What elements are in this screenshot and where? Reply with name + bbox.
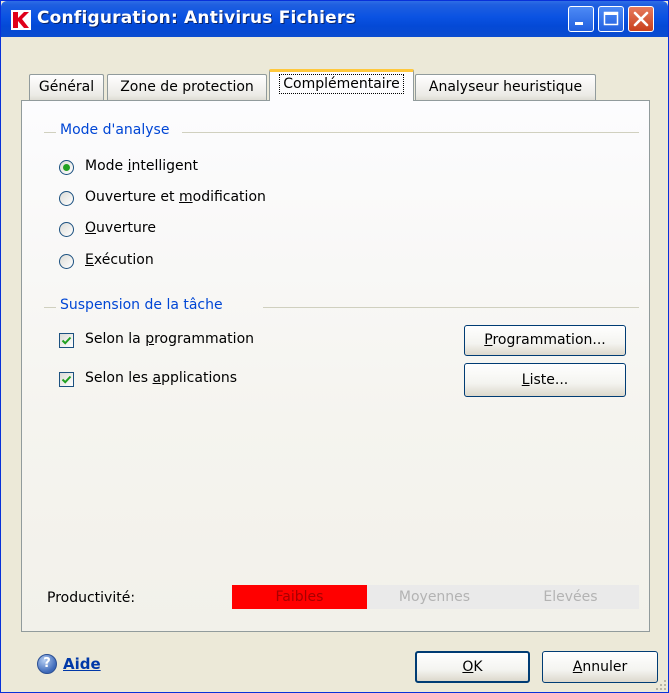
maximize-icon bbox=[603, 11, 619, 26]
group-line bbox=[44, 132, 56, 133]
checkbox-checked[interactable] bbox=[59, 333, 74, 348]
radio-button-checked[interactable] bbox=[59, 160, 74, 175]
schedule-button-label: Programmation... bbox=[484, 332, 606, 348]
checkbox-checked[interactable] bbox=[59, 372, 74, 387]
radio-button[interactable] bbox=[59, 222, 74, 237]
tab-protection-zone[interactable]: Zone de protection bbox=[107, 74, 267, 100]
close-icon bbox=[633, 11, 649, 27]
radio-label: Mode intelligent bbox=[85, 158, 199, 174]
group-line bbox=[182, 132, 639, 133]
tab-complementaire[interactable]: Complémentaire bbox=[269, 69, 414, 101]
checkmark-icon bbox=[61, 336, 72, 345]
window-title: Configuration: Antivirus Fichiers bbox=[37, 8, 356, 28]
radio-button[interactable] bbox=[59, 254, 74, 269]
kaspersky-icon bbox=[11, 10, 31, 30]
suspend-title: Suspension de la tâche bbox=[60, 297, 223, 313]
tab-heuristic-analyzer[interactable]: Analyseur heuristique bbox=[415, 74, 596, 100]
tab-protection-zone-label: Zone de protection bbox=[120, 79, 254, 95]
tab-complementaire-label: Complémentaire bbox=[279, 74, 404, 94]
radio-label: Exécution bbox=[85, 252, 154, 268]
resize-grip-icon[interactable] bbox=[655, 679, 667, 691]
productivity-medium[interactable]: Moyennes bbox=[367, 585, 502, 609]
ok-button[interactable]: OK bbox=[415, 651, 530, 683]
checkbox-label: Selon la programmation bbox=[85, 331, 255, 347]
cancel-button-label: Annuler bbox=[572, 659, 628, 675]
group-line bbox=[263, 307, 639, 308]
checkbox-label: Selon les applications bbox=[85, 370, 238, 386]
radio-button[interactable] bbox=[59, 191, 74, 206]
minimize-icon bbox=[575, 22, 583, 25]
radio-label: Ouverture et modification bbox=[85, 189, 266, 205]
cancel-button[interactable]: Annuler bbox=[542, 651, 658, 683]
help-icon: ? bbox=[37, 654, 57, 674]
dialog-window: Configuration: Antivirus Fichiers Généra… bbox=[0, 0, 669, 693]
group-line bbox=[44, 307, 56, 308]
help-link[interactable]: Aide bbox=[63, 655, 101, 673]
tab-general-label: Général bbox=[38, 79, 95, 95]
scan-mode-title: Mode d'analyse bbox=[60, 122, 170, 138]
title-bar[interactable]: Configuration: Antivirus Fichiers bbox=[1, 1, 668, 37]
tab-general[interactable]: Général bbox=[29, 74, 104, 100]
ok-button-label: OK bbox=[462, 659, 483, 675]
schedule-button[interactable]: Programmation... bbox=[464, 325, 626, 356]
close-button[interactable] bbox=[628, 6, 654, 32]
checkmark-icon bbox=[61, 375, 72, 384]
list-button[interactable]: Liste... bbox=[464, 363, 626, 397]
tab-heuristic-analyzer-label: Analyseur heuristique bbox=[428, 79, 583, 95]
radio-label: Ouverture bbox=[85, 220, 156, 236]
maximize-button[interactable] bbox=[598, 6, 624, 32]
productivity-label: Productivité: bbox=[47, 590, 136, 606]
list-button-label: Liste... bbox=[521, 372, 569, 388]
productivity-low[interactable]: Faibles bbox=[232, 585, 367, 609]
minimize-button[interactable] bbox=[568, 6, 594, 32]
productivity-high[interactable]: Elevées bbox=[502, 585, 639, 609]
